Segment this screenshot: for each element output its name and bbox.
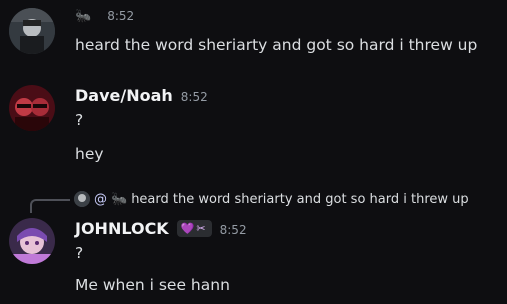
ant-icon: 🐜 <box>111 191 128 207</box>
message-text: heard the word sheriarty and got so hard… <box>75 36 478 54</box>
username[interactable]: Dave/Noah <box>75 86 173 105</box>
reply-mention: @ <box>94 191 107 207</box>
timestamp[interactable]: 8:52 <box>107 9 134 23</box>
avatar-dave-noah[interactable] <box>9 85 55 131</box>
message-text: ? <box>75 244 84 262</box>
avatar-user-1[interactable] <box>9 8 55 54</box>
reply-connector <box>30 199 70 213</box>
reply-text: heard the word sheriarty and got so hard… <box>131 191 469 207</box>
message-text: hey <box>75 145 104 163</box>
message-text: ? <box>75 111 84 129</box>
reply-preview[interactable]: @ 🐜 heard the word sheriarty and got so … <box>74 191 469 207</box>
ninja-star-icon: ✂ <box>196 222 206 235</box>
message-text: Me when i see hann <box>75 276 230 294</box>
avatar-johnlock[interactable] <box>9 218 55 264</box>
timestamp[interactable]: 8:52 <box>220 223 247 237</box>
message-header-2: Dave/Noah 8:52 <box>75 86 208 105</box>
message-header-3: JOHNLOCK 💜 ✂ 8:52 <box>75 219 247 239</box>
ant-icon: 🐜 <box>75 9 92 24</box>
reply-avatar <box>74 191 90 207</box>
message-header-1: 🐜 8:52 <box>75 9 134 23</box>
heart-icon: 💜 <box>180 222 195 235</box>
timestamp[interactable]: 8:52 <box>181 90 208 104</box>
username[interactable]: JOHNLOCK <box>75 219 169 238</box>
role-badge[interactable]: 💜 ✂ <box>176 220 212 237</box>
